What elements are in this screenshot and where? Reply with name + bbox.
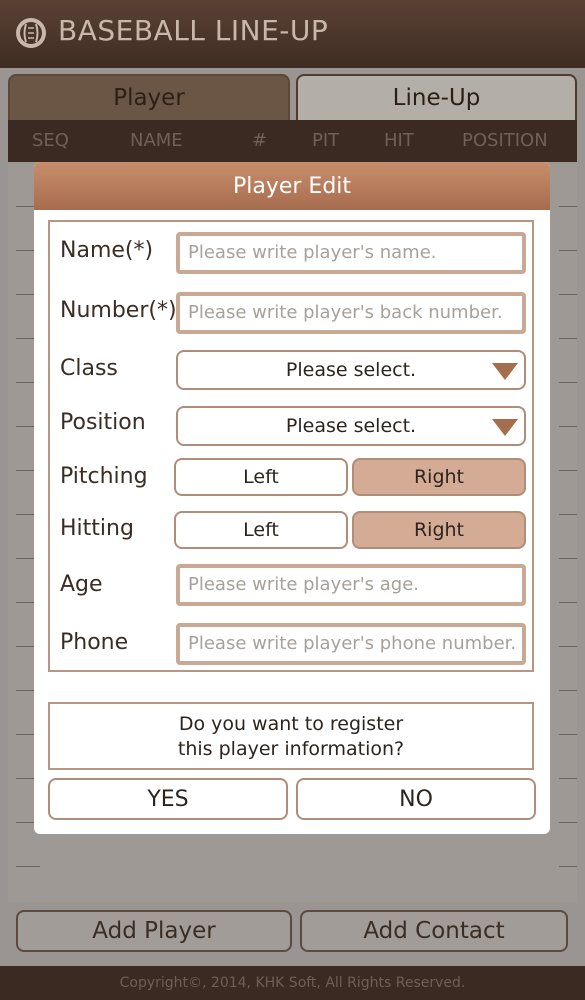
row-divider (559, 382, 577, 383)
player-edit-dialog: Player Edit Name(*) Please write player'… (34, 162, 550, 834)
row-divider (559, 778, 577, 779)
col-seq: SEQ (32, 130, 69, 151)
row-divider (559, 866, 577, 867)
app-title: BASEBALL LINE-UP (58, 14, 329, 47)
row-divider (559, 250, 577, 251)
col-name: NAME (130, 130, 183, 151)
player-form: Name(*) Please write player's name. Numb… (48, 220, 534, 672)
position-label: Position (60, 410, 146, 435)
position-select-value: Please select. (285, 415, 417, 437)
row-divider (559, 734, 577, 735)
tab-player[interactable]: Player (8, 74, 290, 122)
col-number: # (252, 130, 268, 151)
row-divider (559, 822, 577, 823)
add-player-button[interactable]: Add Player (16, 910, 292, 952)
pitching-label: Pitching (60, 464, 148, 489)
row-divider (559, 294, 577, 295)
baseball-icon (16, 18, 46, 48)
row-divider (559, 426, 577, 427)
hitting-label: Hitting (60, 516, 134, 541)
phone-label: Phone (60, 630, 129, 655)
pitching-left-button[interactable]: Left (174, 458, 348, 496)
add-contact-button[interactable]: Add Contact (300, 910, 568, 952)
name-input[interactable]: Please write player's name. (176, 232, 526, 274)
column-header: SEQ NAME # PIT HIT POSITION (8, 120, 577, 162)
position-select[interactable]: Please select. (176, 406, 526, 446)
col-pit: PIT (312, 130, 340, 151)
row-divider (559, 558, 577, 559)
class-label: Class (60, 356, 118, 381)
dropdown-arrow-icon (492, 363, 518, 380)
row-divider (559, 338, 577, 339)
age-input[interactable]: Please write player's age. (176, 564, 526, 606)
hitting-right-button[interactable]: Right (352, 511, 526, 549)
name-label: Name(*) (60, 238, 154, 263)
copyright-footer: Copyright©, 2014, KHK Soft, All Rights R… (0, 966, 585, 1000)
confirm-line-1: Do you want to register (178, 713, 404, 735)
title-bar: BASEBALL LINE-UP (0, 0, 585, 68)
row-divider (16, 866, 40, 867)
row-divider (559, 206, 577, 207)
age-label: Age (60, 572, 103, 597)
class-select-value: Please select. (285, 359, 417, 381)
row-divider (559, 470, 577, 471)
row-divider (559, 690, 577, 691)
row-divider (559, 514, 577, 515)
tab-lineup[interactable]: Line-Up (296, 74, 577, 122)
col-hit: HIT (384, 130, 414, 151)
dialog-title: Player Edit (34, 162, 550, 210)
row-divider (559, 602, 577, 603)
class-select[interactable]: Please select. (176, 350, 526, 390)
yes-button[interactable]: YES (48, 778, 288, 820)
hitting-left-button[interactable]: Left (174, 511, 348, 549)
pitching-right-button[interactable]: Right (352, 458, 526, 496)
no-button[interactable]: NO (296, 778, 536, 820)
dropdown-arrow-icon (492, 419, 518, 436)
phone-input[interactable]: Please write player's phone number. (176, 623, 526, 665)
confirm-message: Do you want to register this player info… (48, 702, 534, 770)
number-label: Number(*) (60, 298, 177, 323)
confirm-line-2: this player information? (177, 738, 405, 760)
app-root: BASEBALL LINE-UP Player Line-Up SEQ NAME… (0, 0, 585, 1000)
col-position: POSITION (462, 130, 548, 151)
number-input[interactable]: Please write player's back number. (176, 292, 526, 334)
row-divider (559, 646, 577, 647)
